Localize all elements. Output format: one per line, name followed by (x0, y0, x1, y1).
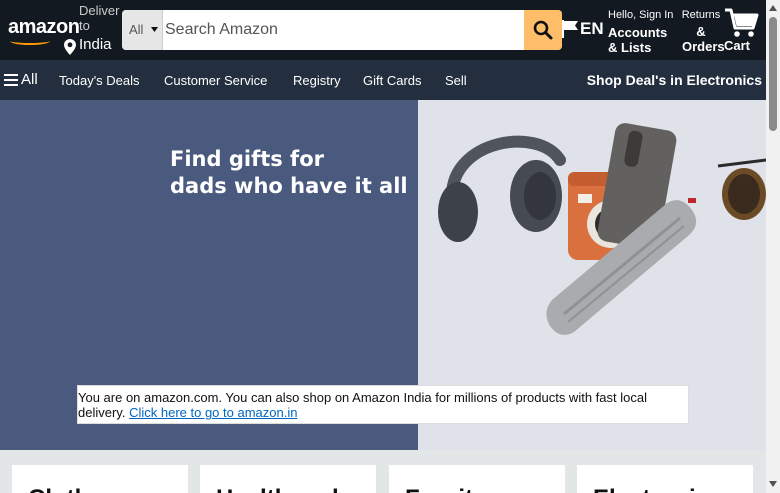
cart-icon (725, 8, 759, 37)
search-icon (533, 20, 553, 40)
category-card-furniture[interactable]: Furniture (389, 465, 565, 493)
account-lists[interactable]: Hello, Sign In Accounts & Lists (608, 9, 678, 55)
top-navbar: amazon Deliver to India All EN Hello (0, 0, 766, 60)
hero-headline: Find gifts for dads who have it all (170, 146, 410, 200)
search-category-select[interactable]: All (122, 10, 163, 50)
all-menu-label: All (21, 71, 38, 88)
nav-link-todays-deals[interactable]: Today's Deals (59, 73, 140, 88)
all-menu-button[interactable]: All (4, 71, 38, 88)
scroll-up-arrow-icon[interactable] (769, 5, 777, 11)
hamburger-icon (4, 73, 18, 86)
flag-icon (562, 20, 578, 38)
search-category-value: All (129, 22, 144, 37)
category-card-electronics[interactable]: Electronics (577, 465, 753, 493)
returns-label: Returns (681, 9, 721, 21)
language-selector[interactable]: EN (562, 18, 608, 42)
scrollbar-thumb[interactable] (769, 17, 777, 131)
deliver-to-label: to (79, 18, 90, 33)
country-redirect-notice: You are on amazon.com. You can also shop… (77, 385, 689, 424)
nav-link-sell[interactable]: Sell (445, 73, 467, 88)
headphones-image (438, 135, 566, 242)
category-card-title: Clothes (28, 485, 116, 493)
vertical-scrollbar[interactable] (766, 0, 780, 493)
search-button[interactable] (524, 10, 562, 50)
category-card-title: Health and (216, 485, 339, 493)
lists-label: & Lists (608, 40, 652, 55)
logo-smile-icon (10, 37, 50, 45)
location-pin-icon (64, 39, 76, 55)
electronics-promo-link[interactable]: Shop Deal's in Electronics (587, 72, 762, 88)
deliver-label: Deliver (79, 3, 120, 18)
returns-orders[interactable]: Returns & Orders (678, 9, 725, 55)
hero-headline-line2: dads who have it all (170, 174, 408, 198)
chevron-down-icon (151, 27, 158, 32)
category-card-health[interactable]: Health and (200, 465, 376, 493)
amazon-logo[interactable]: amazon (8, 16, 80, 45)
category-card-title: Furniture (405, 485, 510, 493)
cart-label: Cart (724, 38, 751, 53)
hero-headline-line1: Find gifts for (170, 147, 324, 171)
scroll-down-arrow-icon[interactable] (769, 481, 777, 487)
sunglasses-image (717, 158, 766, 220)
account-greeting: Hello, Sign In (608, 9, 674, 21)
nav-link-customer-service[interactable]: Customer Service (164, 73, 267, 88)
orders-label: Orders (682, 39, 725, 54)
go-to-amazon-in-link[interactable]: Click here to go to amazon.in (129, 405, 297, 420)
returns-amp: & (696, 24, 706, 39)
search-input[interactable] (163, 10, 524, 50)
language-code: EN (580, 19, 604, 38)
deliver-location: India (79, 36, 112, 53)
nav-link-registry[interactable]: Registry (293, 73, 341, 88)
category-card-clothes[interactable]: Clothes (12, 465, 188, 493)
deliver-to[interactable]: Deliver to India (64, 3, 124, 55)
nav-link-gift-cards[interactable]: Gift Cards (363, 73, 422, 88)
category-card-title: Electronics (593, 485, 722, 493)
search-bar: All (122, 10, 562, 50)
cart-button[interactable]: Cart (722, 8, 762, 54)
secondary-navbar: All Today's Deals Customer Service Regis… (0, 60, 766, 100)
account-label: Accounts (608, 25, 668, 40)
